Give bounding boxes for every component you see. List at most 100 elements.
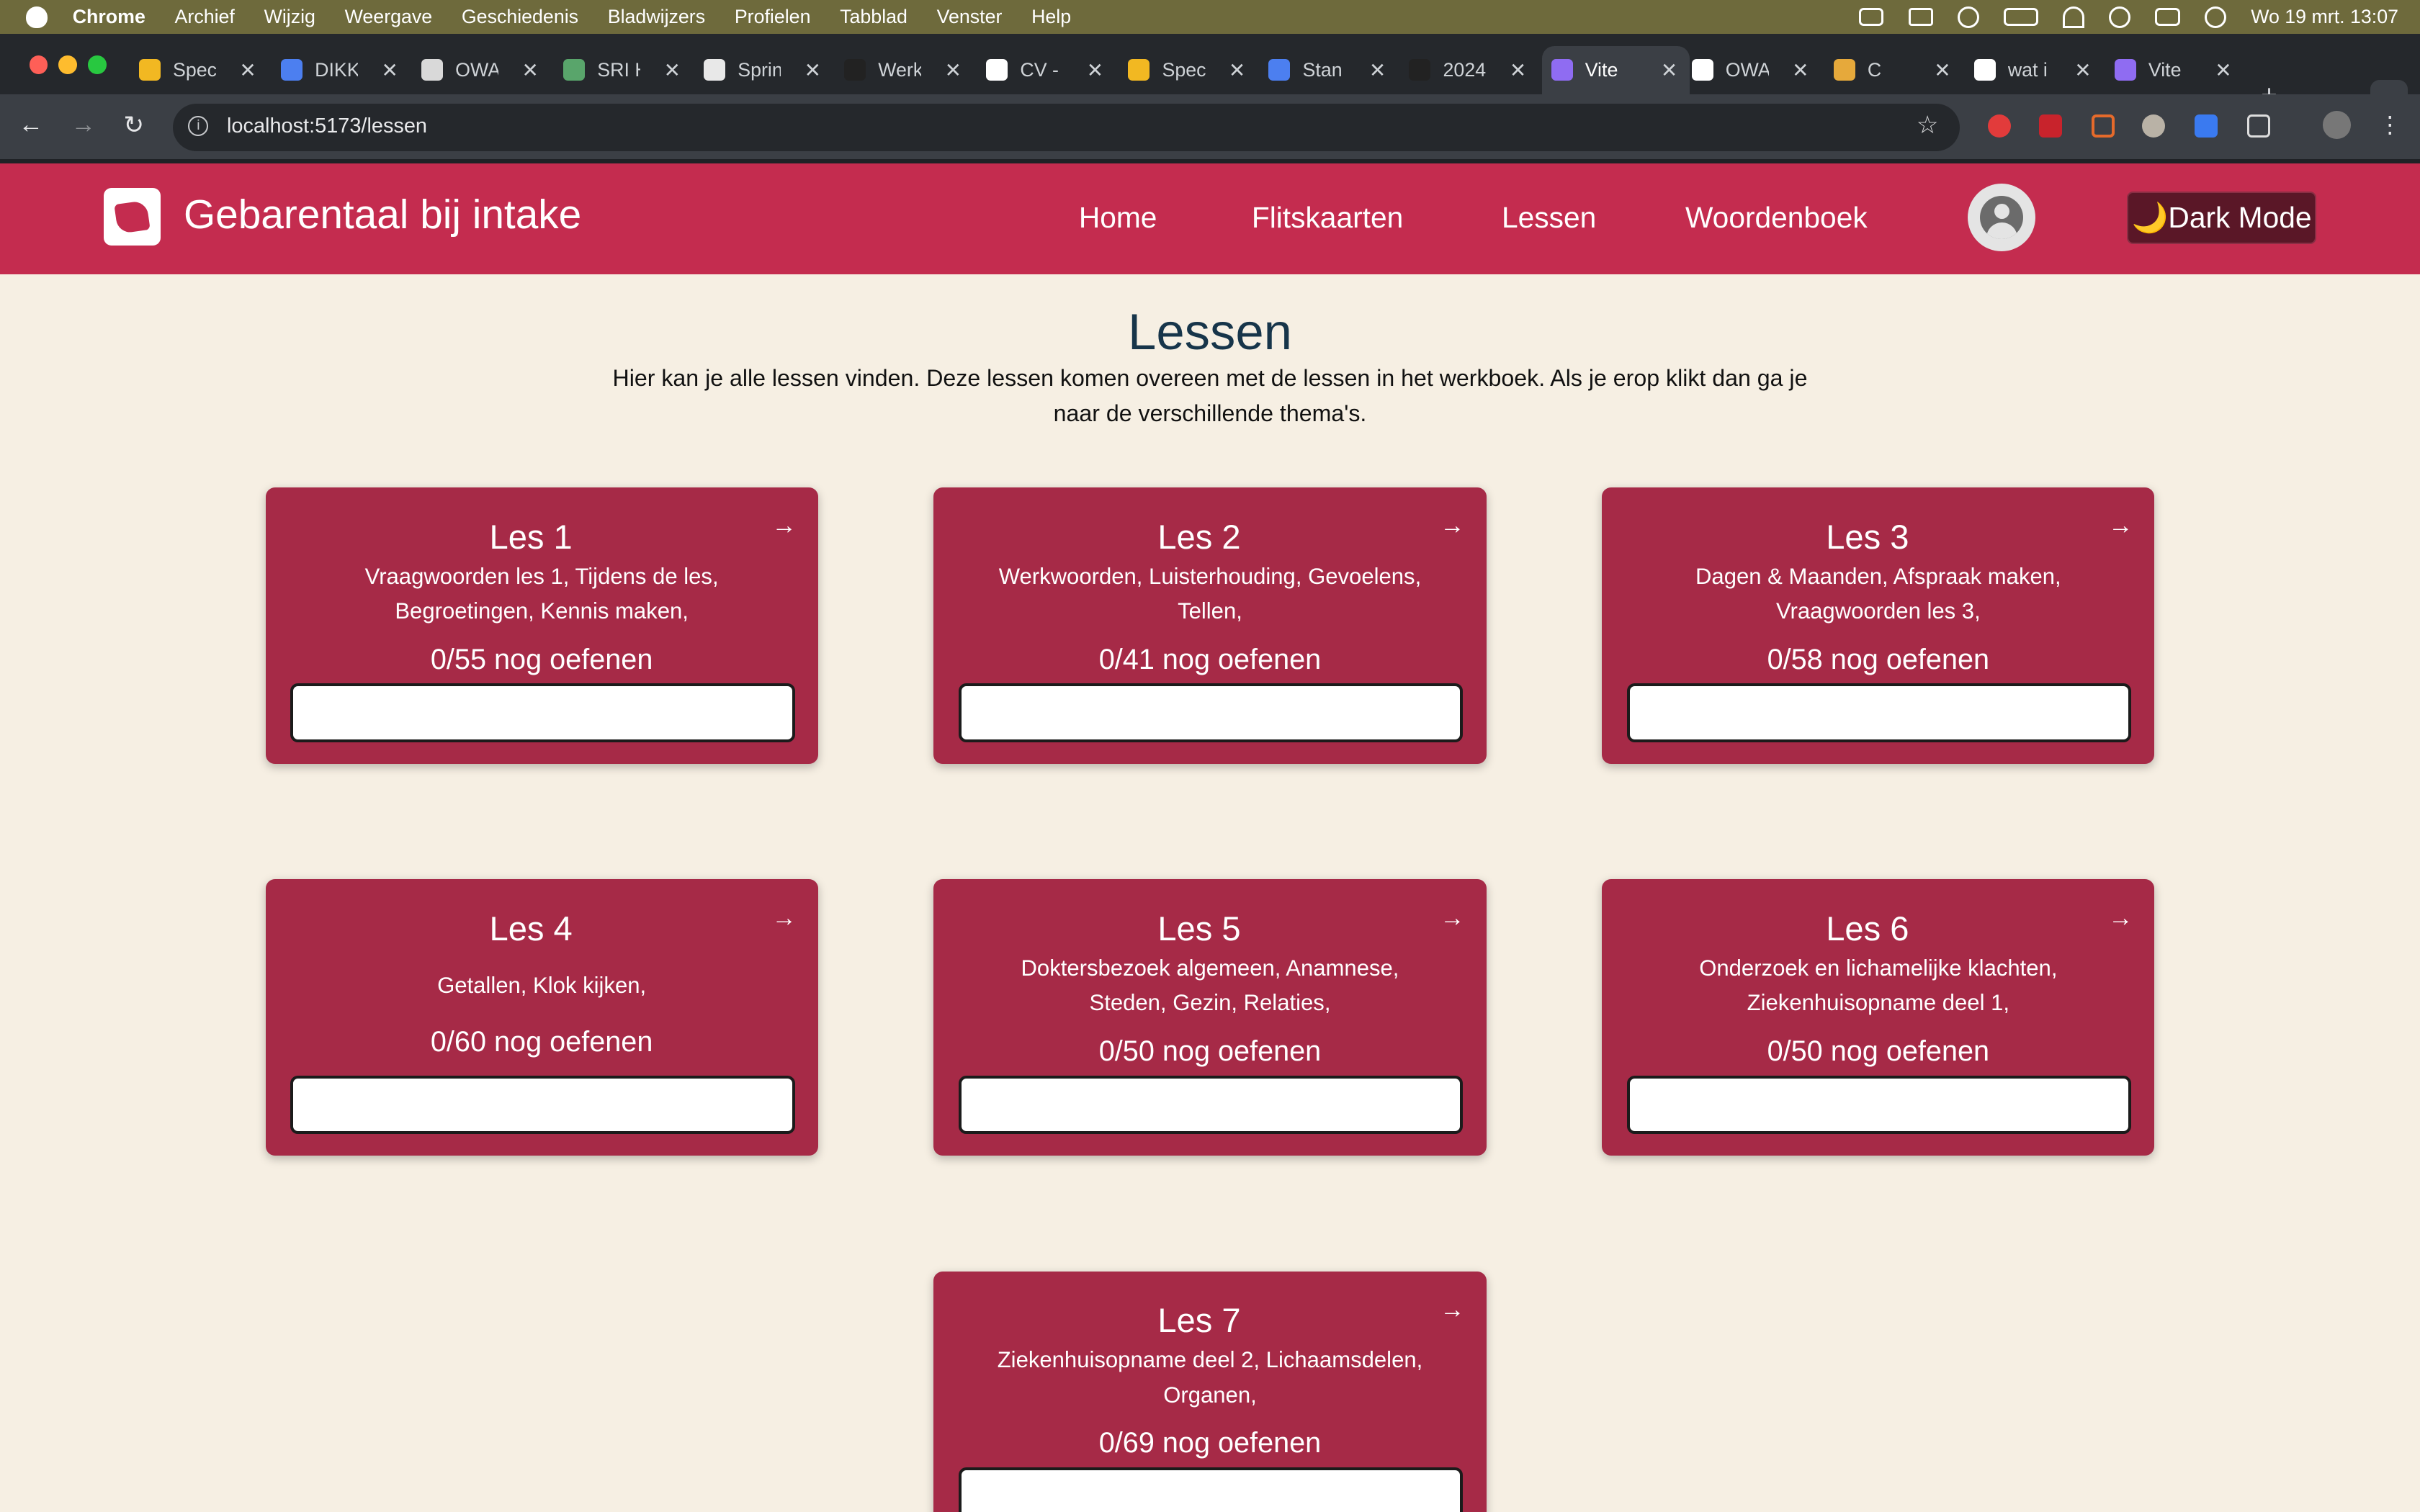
browser-tab[interactable]: 2024 ✕ (1400, 46, 1539, 94)
arrow-right-icon[interactable]: → (2108, 512, 2133, 540)
browser-tab[interactable]: Spec ✕ (1119, 46, 1258, 94)
owl-extension-icon[interactable] (2142, 114, 2166, 138)
browser-tab[interactable]: CV - ✕ (977, 46, 1116, 94)
site-logo-icon[interactable] (103, 188, 161, 246)
tab-close-icon[interactable]: ✕ (805, 58, 821, 82)
adblock-extension-icon[interactable] (1988, 114, 2012, 138)
tab-close-icon[interactable]: ✕ (239, 58, 256, 82)
tab-close-icon[interactable]: ✕ (382, 58, 398, 82)
layers-extension-icon[interactable] (2091, 114, 2115, 138)
lesson-card[interactable]: Les 7 → Ziekenhuisopname deel 2, Lichaamsd… (933, 1271, 1487, 1512)
battery-icon[interactable] (2004, 7, 2038, 27)
malwarebytes-icon[interactable] (1908, 7, 1933, 27)
site-info-icon[interactable]: i (188, 115, 209, 136)
tab-title: Werk (878, 58, 922, 81)
fullscreen-window-icon[interactable] (88, 55, 107, 74)
tab-close-icon[interactable]: ✕ (945, 58, 962, 82)
browser-tab[interactable]: Werk ✕ (835, 46, 974, 94)
browser-tab[interactable]: OWA ✕ (1682, 46, 1821, 94)
tab-close-icon[interactable]: ✕ (1510, 58, 1526, 82)
wifi-icon[interactable] (2062, 6, 2084, 28)
tab-close-icon[interactable]: ✕ (2215, 58, 2231, 82)
site-brand[interactable]: Gebarentaal bij intake (184, 192, 581, 238)
lesson-card[interactable]: Les 6 → Onderzoek en lichamelijke klachten… (1602, 879, 2155, 1156)
menu-weergave[interactable]: Weergave (345, 6, 433, 28)
dark-mode-button[interactable]: 🌙Dark Mode (2126, 191, 2317, 244)
tab-close-icon[interactable]: ✕ (522, 58, 539, 82)
lesson-progress-bar (290, 1075, 795, 1134)
tab-close-icon[interactable]: ✕ (1661, 58, 1677, 82)
user-account-button[interactable] (1968, 183, 2036, 252)
teams-icon[interactable] (1858, 7, 1884, 27)
menubar-clock[interactable]: Wo 19 mrt. 13:07 (2251, 6, 2398, 28)
arrow-right-icon[interactable]: → (771, 512, 796, 540)
tab-close-icon[interactable]: ✕ (1934, 58, 1950, 82)
arrow-right-icon[interactable]: → (1440, 1296, 1464, 1324)
browser-tab[interactable]: OWA ✕ (412, 46, 551, 94)
browser-tab[interactable]: SRI H ✕ (554, 46, 693, 94)
tab-close-icon[interactable]: ✕ (1369, 58, 1386, 82)
tab-close-icon[interactable]: ✕ (2074, 58, 2091, 82)
browser-tab[interactable]: DIKK ✕ (272, 46, 411, 94)
lesson-card[interactable]: Les 5 → Doktersbezoek algemeen, Anamnese, … (933, 879, 1487, 1156)
tab-favicon-icon (280, 59, 302, 81)
menu-chrome[interactable]: Chrome (73, 6, 145, 28)
browser-tab[interactable]: Sprin ✕ (694, 46, 833, 94)
menu-geschiedenis[interactable]: Geschiedenis (462, 6, 578, 28)
tab-title: OWA (455, 58, 499, 81)
nav-woordenboek[interactable]: Woordenboek (1685, 201, 1868, 235)
tab-title: Vite (1585, 58, 1618, 81)
menu-venster[interactable]: Venster (937, 6, 1003, 28)
lesson-card[interactable]: Les 4 → Getallen, Klok kijken, 0/60 nog oef… (265, 879, 818, 1156)
browser-tab[interactable]: Vite ✕ (2105, 46, 2244, 94)
spotlight-search-icon[interactable] (2109, 6, 2131, 28)
nav-lessen[interactable]: Lessen (1502, 201, 1596, 235)
address-bar-url[interactable]: localhost:5173/lessen (227, 114, 427, 138)
menu-profielen[interactable]: Profielen (735, 6, 811, 28)
arrow-right-icon[interactable]: → (2108, 904, 2133, 932)
browser-tab[interactable]: Vite ✕ (1541, 46, 1690, 94)
tab-favicon-icon (1128, 59, 1150, 81)
reload-icon[interactable]: ↻ (123, 111, 144, 140)
tab-close-icon[interactable]: ✕ (664, 58, 681, 82)
apple-icon[interactable] (26, 6, 48, 28)
user-icon (1980, 196, 2024, 240)
menu-bladwijzers[interactable]: Bladwijzers (608, 6, 705, 28)
menu-tabblad[interactable]: Tabblad (840, 6, 908, 28)
browser-tab[interactable]: C ✕ (1824, 46, 1963, 94)
menu-archief[interactable]: Archief (175, 6, 235, 28)
tab-close-icon[interactable]: ✕ (1792, 58, 1809, 82)
lesson-progress-text: 0/50 nog oefenen (1767, 1035, 1990, 1067)
back-arrow-icon[interactable]: ← (19, 111, 43, 139)
browser-tab[interactable]: Spec ✕ (130, 46, 269, 94)
tab-title: OWA (1725, 58, 1769, 81)
lesson-card[interactable]: Les 3 → Dagen & Maanden, Afspraak maken, V… (1602, 487, 2155, 764)
lesson-card[interactable]: Les 1 → Vraagwoorden les 1, Tijdens de les… (265, 487, 818, 764)
browser-tab[interactable]: Stan ✕ (1260, 46, 1399, 94)
tab-close-icon[interactable]: ✕ (1087, 58, 1103, 82)
browser-menu-icon[interactable]: ⋮ (2378, 111, 2401, 138)
menu-help[interactable]: Help (1031, 6, 1071, 28)
nav-flitskaarten[interactable]: Flitskaarten (1252, 201, 1403, 235)
play-icon[interactable] (1958, 6, 1980, 28)
tab-title: C (1867, 58, 1882, 81)
menu-wijzig[interactable]: Wijzig (264, 6, 315, 28)
tab-close-icon[interactable]: ✕ (1229, 58, 1245, 82)
lesson-card[interactable]: Les 2 → Werkwoorden, Luisterhouding, Gevoe… (933, 487, 1487, 764)
red-box-extension-icon[interactable] (2038, 114, 2062, 138)
browser-tab[interactable]: wat i ✕ (1965, 46, 2104, 94)
p-extension-icon[interactable] (2195, 114, 2218, 138)
arrow-right-icon[interactable]: → (1440, 512, 1464, 540)
bookmark-star-icon[interactable]: ☆ (1917, 111, 1939, 140)
address-bar[interactable]: i localhost:5173/lessen ☆ (173, 103, 1960, 151)
nav-home[interactable]: Home (1079, 201, 1157, 235)
control-center-icon[interactable] (2155, 7, 2180, 27)
extensions-puzzle-icon[interactable] (2247, 114, 2271, 138)
arrow-right-icon[interactable]: → (1440, 904, 1464, 932)
siri-icon[interactable] (2204, 6, 2226, 28)
minimize-window-icon[interactable] (58, 55, 78, 74)
close-window-icon[interactable] (29, 55, 48, 74)
profile-avatar-icon[interactable] (2323, 111, 2351, 139)
arrow-right-icon[interactable]: → (771, 904, 796, 932)
forward-arrow-icon[interactable]: → (71, 111, 96, 139)
